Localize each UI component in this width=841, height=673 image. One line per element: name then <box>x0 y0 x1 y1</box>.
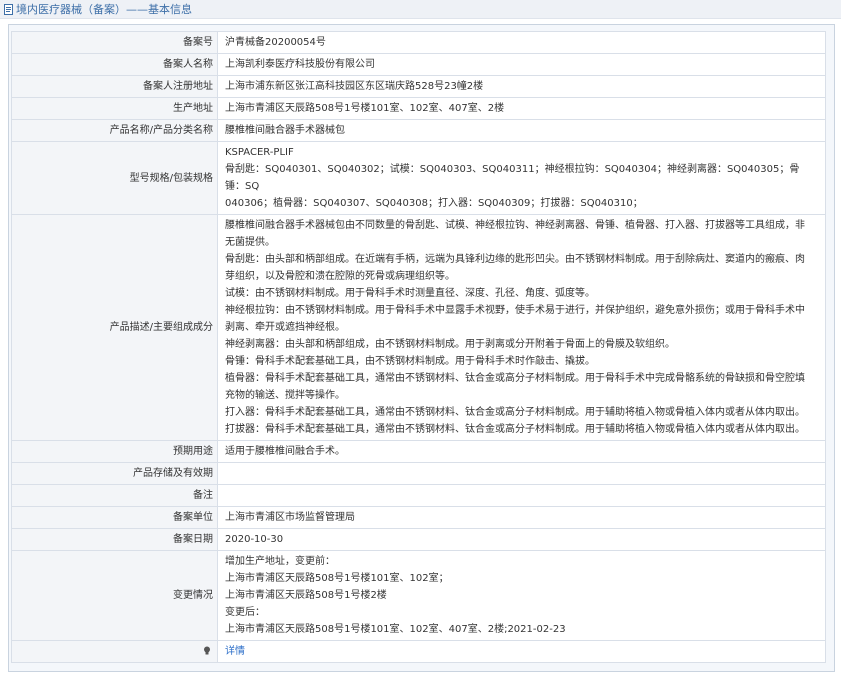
field-value-line: 剥离、牵开或遮挡神经根。 <box>225 322 345 333</box>
document-icon <box>4 3 13 15</box>
field-value-line: 神经根拉钩：由不锈钢材料制成。用于骨科手术中显露手术视野，使手术易于进行，并保护… <box>225 305 805 316</box>
field-label <box>11 640 218 663</box>
info-panel: 备案号 沪青械备20200054号 备案人名称 上海凯利泰医疗科技股份有限公司 备案人注… <box>8 24 835 672</box>
field-value-line: 打拔器：骨科手术配套基础工具，通常由不锈钢材料、钛合金或高分子材料制成。用于辅助… <box>225 424 805 435</box>
field-value-line: 试模：由不锈钢材料制成。用于骨科手术时测量直径、深度、孔径、角度、弧度等。 <box>225 288 595 299</box>
field-value: 上海市青浦区天辰路508号1号楼101室、102室、407室、2楼 <box>217 97 826 120</box>
field-value-line: 上海市青浦区市场监督管理局 <box>225 512 355 523</box>
field-value: 腰椎椎间融合器手术器械包由不同数量的骨刮匙、试模、神经根拉钩、神经剥离器、骨锤、… <box>217 214 826 441</box>
page-title: 境内医疗器械（备案）——基本信息 <box>16 3 192 16</box>
info-table: 备案号 沪青械备20200054号 备案人名称 上海凯利泰医疗科技股份有限公司 备案人注… <box>11 31 826 663</box>
lightbulb-icon <box>204 646 210 655</box>
field-value-line: 上海市青浦区天辰路508号1号楼101室、102室； <box>225 573 449 584</box>
field-value <box>217 462 826 485</box>
field-value-line: 芽组织，以及骨腔和溃在腔隙的死骨或病理组织等。 <box>225 271 455 282</box>
table-row: 备案日期 2020-10-30 <box>11 528 826 551</box>
field-value-line: 上海市青浦区天辰路508号1号楼101室、102室、407室、2楼 <box>225 103 505 114</box>
field-value-line: 2020-10-30 <box>225 534 284 545</box>
field-value-line: 神经剥离器：由头部和柄部组成，由不锈钢材料制成。用于剥离或分开附着于骨面上的骨膜… <box>225 339 675 350</box>
field-value-line: 适用于腰椎椎间融合手术。 <box>225 446 345 457</box>
field-value: 上海市青浦区市场监督管理局 <box>217 506 826 529</box>
field-value-line: 腰椎椎间融合器手术器械包 <box>225 125 345 136</box>
field-value-line: 上海市浦东新区张江高科技园区东区瑞庆路528号23幢2楼 <box>225 81 484 92</box>
field-value-line: 上海市青浦区天辰路508号1号楼101室、102室、407室、2楼;2021-0… <box>225 624 566 635</box>
field-label: 备案号 <box>11 31 218 54</box>
table-row: 型号规格/包装规格 KSPACER-PLIF 骨刮匙：SQ040301、SQ0403… <box>11 141 826 215</box>
field-value-line: 腰椎椎间融合器手术器械包由不同数量的骨刮匙、试模、神经根拉钩、神经剥离器、骨锤、… <box>225 220 805 231</box>
field-label: 生产地址 <box>11 97 218 120</box>
field-label: 备案日期 <box>11 528 218 551</box>
field-value-line: 骨锤：骨科手术配套基础工具，由不锈钢材料制成。用于骨科手术时作敲击、撬拔。 <box>225 356 595 367</box>
field-value-line: 上海市青浦区天辰路508号1号楼2楼 <box>225 590 387 601</box>
table-row: 产品名称/产品分类名称 腰椎椎间融合器手术器械包 <box>11 119 826 142</box>
field-value: 沪青械备20200054号 <box>217 31 826 54</box>
field-label: 备案单位 <box>11 506 218 529</box>
field-value-line: 骨刮匙：SQ040301、SQ040302；试模：SQ040303、SQ0403… <box>225 164 800 192</box>
table-row: 备案人名称 上海凯利泰医疗科技股份有限公司 <box>11 53 826 76</box>
field-label: 备案人名称 <box>11 53 218 76</box>
field-label: 产品存储及有效期 <box>11 462 218 485</box>
field-value-line: 植骨器：骨科手术配套基础工具，通常由不锈钢材料、钛合金或高分子材料制成。用于骨科… <box>225 373 805 384</box>
field-value-line: 无菌提供。 <box>225 237 275 248</box>
field-value: 上海凯利泰医疗科技股份有限公司 <box>217 53 826 76</box>
field-value: 腰椎椎间融合器手术器械包 <box>217 119 826 142</box>
field-value-line: 上海凯利泰医疗科技股份有限公司 <box>225 59 375 70</box>
info-table-body: 备案号 沪青械备20200054号 备案人名称 上海凯利泰医疗科技股份有限公司 备案人注… <box>11 31 826 663</box>
details-link[interactable]: 详情 <box>225 646 245 657</box>
field-label: 产品描述/主要组成成分 <box>11 214 218 441</box>
field-label: 变更情况 <box>11 550 218 641</box>
field-value-line: 040306；植骨器：SQ040307、SQ040308；打入器：SQ04030… <box>225 198 643 209</box>
field-value: 上海市浦东新区张江高科技园区东区瑞庆路528号23幢2楼 <box>217 75 826 98</box>
field-value-line: 增加生产地址，变更前： <box>225 556 335 567</box>
field-value <box>217 484 826 507</box>
table-row: 产品描述/主要组成成分 腰椎椎间融合器手术器械包由不同数量的骨刮匙、试模、神经根拉… <box>11 214 826 441</box>
field-value: 详情 <box>217 640 826 663</box>
field-value: KSPACER-PLIF 骨刮匙：SQ040301、SQ040302；试模：SQ0… <box>217 141 826 215</box>
field-label: 产品名称/产品分类名称 <box>11 119 218 142</box>
field-label: 型号规格/包装规格 <box>11 141 218 215</box>
field-label: 备注 <box>11 484 218 507</box>
field-value: 增加生产地址，变更前： 上海市青浦区天辰路508号1号楼101室、102室； 上海市… <box>217 550 826 641</box>
field-value-line: 打入器：骨科手术配套基础工具，通常由不锈钢材料、钛合金或高分子材料制成。用于辅助… <box>225 407 805 418</box>
table-row: 详情 <box>11 640 826 663</box>
field-value: 2020-10-30 <box>217 528 826 551</box>
table-row: 备案号 沪青械备20200054号 <box>11 31 826 54</box>
field-value-line: 变更后： <box>225 607 265 618</box>
field-label: 预期用途 <box>11 440 218 463</box>
page-header: 境内医疗器械（备案）——基本信息 <box>0 0 841 19</box>
field-value-line: KSPACER-PLIF <box>225 147 294 158</box>
field-value-line: 沪青械备20200054号 <box>225 37 326 48</box>
field-label: 备案人注册地址 <box>11 75 218 98</box>
field-value: 适用于腰椎椎间融合手术。 <box>217 440 826 463</box>
field-value-line: 充物的输送、搅拌等操作。 <box>225 390 345 401</box>
table-row: 备案人注册地址 上海市浦东新区张江高科技园区东区瑞庆路528号23幢2楼 <box>11 75 826 98</box>
table-row: 生产地址 上海市青浦区天辰路508号1号楼101室、102室、407室、2楼 <box>11 97 826 120</box>
table-row: 产品存储及有效期 <box>11 462 826 485</box>
field-value-line: 骨刮匙：由头部和柄部组成。在近端有手柄，远端为具锋利边缘的匙形凹尖。由不锈钢材料… <box>225 254 805 265</box>
table-row: 预期用途 适用于腰椎椎间融合手术。 <box>11 440 826 463</box>
table-row: 变更情况 增加生产地址，变更前： 上海市青浦区天辰路508号1号楼101室、102室… <box>11 550 826 641</box>
table-row: 备注 <box>11 484 826 507</box>
table-row: 备案单位 上海市青浦区市场监督管理局 <box>11 506 826 529</box>
